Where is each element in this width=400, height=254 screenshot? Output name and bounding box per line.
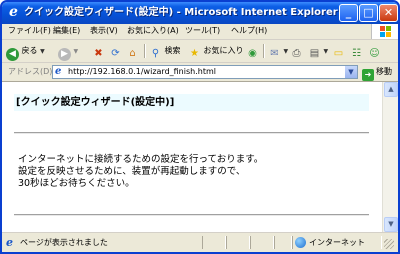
edit-button[interactable]: ▤ ▼ (308, 43, 328, 59)
security-zone: インターネット (309, 238, 365, 247)
page-heading: [クイック設定ウィザード(設定中)] (16, 97, 175, 108)
toolbar: ◀ 戻る ▼ ▶ ▼ ✖ ⟳ ⌂ ⚲ 検索 ★ お気に入り ◉ ✉ ▼ ⎙ ▤ … (2, 40, 398, 63)
status-pane (250, 236, 274, 249)
status-bar: e ページが表示されました インターネット (2, 232, 398, 252)
go-button[interactable]: ➜ 移動 (362, 65, 392, 81)
mail-dropdown-icon: ▼ (283, 48, 289, 55)
scroll-down-icon[interactable]: ▼ (384, 217, 398, 232)
stop-icon: ✖ (94, 48, 103, 59)
back-dropdown-icon[interactable]: ▼ (40, 48, 45, 55)
favorites-button[interactable]: ★ お気に入り (188, 43, 244, 59)
menu-help[interactable]: ヘルプ(H) (231, 25, 267, 37)
menu-favorites[interactable]: お気に入り(A) (127, 25, 179, 37)
mail-icon: ✉ (270, 48, 279, 59)
window-title: クイック設定ウィザード(設定中) - Microsoft Internet Ex… (24, 7, 338, 18)
go-label: 移動 (376, 67, 392, 76)
status-pane (226, 236, 250, 249)
windows-logo-icon (371, 24, 398, 39)
minimize-button[interactable]: _ (339, 4, 358, 22)
message-line: 30秒ほどお待ちください。 (18, 178, 135, 189)
research-icon: ☷ (352, 48, 361, 59)
menu-tools[interactable]: ツール(T) (185, 25, 220, 37)
toolbar-separator (263, 44, 265, 58)
horizontal-rule (14, 214, 369, 216)
toolbar-separator (144, 44, 146, 58)
address-input[interactable]: e http://192.168.0.1/wizard_finish.html … (52, 65, 358, 79)
back-label: 戻る (21, 46, 38, 55)
forward-dropdown-icon[interactable]: ▼ (74, 48, 79, 55)
status-message: インターネットに接続するための設定を行っております。 設定を反映させるために、装… (18, 154, 263, 190)
menu-edit[interactable]: 編集(E) (53, 25, 80, 37)
close-button[interactable]: ✕ (379, 4, 398, 22)
print-icon: ⎙ (292, 48, 301, 59)
search-icon: ⚲ (151, 48, 160, 59)
forward-arrow-icon: ▶ (58, 48, 71, 61)
media-button[interactable]: ◉ (246, 43, 259, 59)
horizontal-rule (14, 132, 369, 134)
messenger-icon: ☺ (369, 48, 380, 59)
internet-globe-icon (295, 237, 306, 248)
refresh-button[interactable]: ⟳ (109, 43, 122, 59)
status-pane (202, 236, 226, 249)
vertical-scrollbar[interactable]: ▲ ▼ (382, 82, 398, 232)
media-icon: ◉ (248, 48, 257, 59)
internet-explorer-icon: e (9, 4, 18, 20)
address-dropdown-icon[interactable]: ▼ (345, 66, 357, 78)
message-line: インターネットに接続するための設定を行っております。 (18, 154, 264, 165)
menu-file[interactable]: ファイル(F) (8, 25, 51, 37)
address-url[interactable]: http://192.168.0.1/wizard_finish.html (68, 66, 216, 78)
mail-button[interactable]: ✉ ▼ (268, 43, 288, 59)
research-button[interactable]: ☷ (350, 43, 363, 59)
back-arrow-icon: ◀ (6, 48, 19, 61)
discuss-button[interactable]: ▭ (332, 43, 345, 59)
go-arrow-icon: ➜ (362, 69, 374, 81)
resize-grip-icon[interactable] (384, 239, 394, 249)
message-line: 設定を反映させるために、装置が再起動しますので、 (18, 166, 246, 177)
home-icon: ⌂ (129, 48, 136, 59)
status-text: ページが表示されました (20, 238, 108, 247)
forward-button[interactable]: ▶ ▼ (58, 43, 79, 61)
back-button[interactable]: ◀ 戻る ▼ (6, 43, 45, 61)
edit-dropdown-icon: ▼ (323, 48, 329, 55)
browser-window: e クイック設定ウィザード(設定中) - Microsoft Internet … (0, 0, 400, 254)
address-bar: アドレス(D) e http://192.168.0.1/wizard_fini… (2, 63, 398, 82)
page-favicon-icon: e (55, 66, 62, 77)
discuss-icon: ▭ (333, 48, 344, 59)
menu-bar: ファイル(F) 編集(E) 表示(V) お気に入り(A) ツール(T) ヘルプ(… (2, 24, 398, 40)
search-label: 検索 (164, 46, 181, 55)
refresh-icon: ⟳ (111, 48, 120, 59)
page-done-icon: e (6, 236, 13, 249)
favorites-star-icon: ★ (190, 48, 199, 59)
favorites-label: お気に入り (203, 46, 244, 55)
title-bar[interactable]: e クイック設定ウィザード(設定中) - Microsoft Internet … (2, 2, 398, 24)
menu-view[interactable]: 表示(V) (90, 25, 118, 37)
status-pane (274, 236, 292, 249)
messenger-button[interactable]: ☺ (368, 43, 381, 59)
scroll-up-icon[interactable]: ▲ (384, 82, 398, 97)
heading-box: [クイック設定ウィザード(設定中)] (14, 94, 369, 111)
address-label: アドレス(D) (8, 67, 53, 76)
edit-document-icon: ▤ (309, 48, 320, 59)
search-button[interactable]: ⚲ 検索 (149, 43, 181, 59)
maximize-button[interactable]: □ (359, 4, 378, 22)
stop-button[interactable]: ✖ (92, 43, 105, 59)
page-content: [クイック設定ウィザード(設定中)] インターネットに接続するための設定を行って… (2, 82, 382, 232)
home-button[interactable]: ⌂ (126, 43, 139, 59)
print-button[interactable]: ⎙ (290, 43, 303, 59)
